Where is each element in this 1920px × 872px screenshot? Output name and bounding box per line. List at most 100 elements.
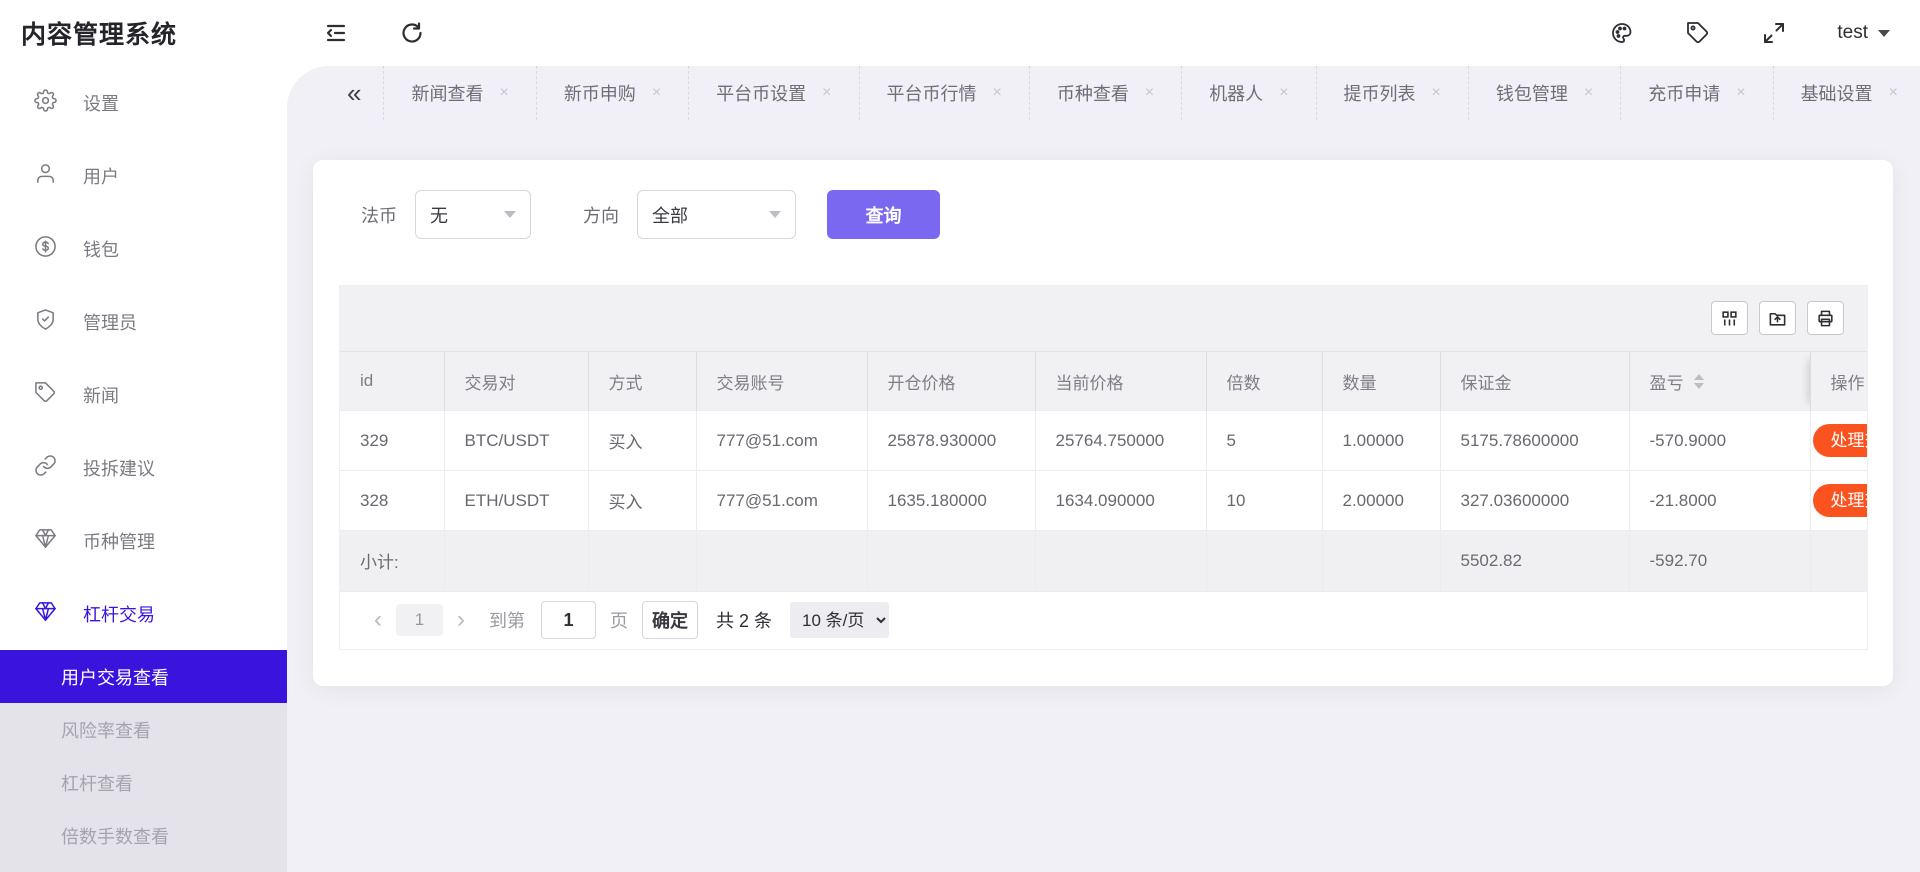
sidebar-item-suggestions[interactable]: 投拆建议: [0, 431, 287, 504]
palette-icon[interactable]: [1609, 20, 1635, 46]
user-menu[interactable]: test: [1837, 22, 1890, 44]
tab-robot[interactable]: 机器人×: [1182, 66, 1316, 120]
tab-deposit-apply[interactable]: 充币申请×: [1621, 66, 1773, 120]
cell-leverage: 10: [1206, 471, 1322, 531]
tab-wallet-manage[interactable]: 钱包管理 ×: [1469, 66, 1621, 120]
direction-select[interactable]: 全部: [637, 190, 796, 239]
print-icon[interactable]: [1807, 301, 1844, 335]
next-page-icon[interactable]: ›: [447, 606, 475, 634]
cell-open-price: 1635.180000: [867, 471, 1035, 531]
close-icon[interactable]: ×: [1279, 84, 1288, 102]
close-icon[interactable]: ×: [993, 84, 1002, 102]
tab-label: 币种查看: [1057, 80, 1129, 106]
sidebar-item-wallet[interactable]: 钱包: [0, 212, 287, 285]
tab-coin-view[interactable]: 币种查看 ×: [1030, 66, 1182, 120]
cell-current-price: 25764.750000: [1035, 411, 1206, 471]
sidebar-item-label: 币种管理: [83, 528, 155, 554]
close-icon[interactable]: ×: [1889, 84, 1898, 102]
fiat-select[interactable]: 无: [415, 190, 531, 239]
filter-row: 法币 无 方向 全部 查询: [313, 160, 1893, 239]
tab-new-coin-subscribe[interactable]: 新币申购×: [537, 66, 689, 120]
sidebar-item-users[interactable]: 用户: [0, 139, 287, 212]
submenu-item-label: 倍数手数查看: [61, 823, 169, 849]
gear-icon: [34, 89, 57, 117]
close-icon[interactable]: ×: [652, 84, 661, 102]
cell-open-price: 25878.930000: [867, 411, 1035, 471]
page-size-select[interactable]: 10 条/页: [790, 602, 889, 638]
col-header-margin: 保证金: [1440, 352, 1629, 411]
trades-table: id 交易对 方式 交易账号 开仓价格 当前价格 倍数 数量 保证金 盈亏: [339, 285, 1868, 650]
goto-label: 到第: [489, 607, 525, 633]
shield-check-icon: [34, 308, 57, 336]
sidebar-item-label: 新闻: [83, 382, 119, 408]
close-icon[interactable]: ×: [499, 84, 508, 102]
direction-select-value: 全部: [652, 202, 688, 228]
tag-icon[interactable]: [1685, 20, 1711, 46]
goto-page-input[interactable]: [541, 601, 596, 639]
submenu-item-leverage-view[interactable]: 杠杆查看: [0, 756, 287, 809]
fullscreen-icon[interactable]: [1761, 20, 1787, 46]
subtotal-pnl: -592.70: [1629, 531, 1810, 591]
caret-down-icon: [1878, 30, 1890, 37]
close-icon[interactable]: ×: [1584, 84, 1593, 102]
tab-news-view[interactable]: 新闻查看 ×: [384, 66, 536, 120]
cell-side: 买入: [588, 411, 696, 471]
sidebar-item-news[interactable]: 新闻: [0, 358, 287, 431]
submenu-item-risk-rate[interactable]: 风险率查看: [0, 703, 287, 756]
close-icon[interactable]: ×: [1432, 84, 1441, 102]
subtotal-margin: 5502.82: [1440, 531, 1629, 591]
export-icon[interactable]: [1759, 301, 1796, 335]
col-header-id: id: [340, 352, 444, 411]
menu-fold-icon[interactable]: [323, 20, 349, 46]
handle-trade-button[interactable]: 处理交易: [1813, 424, 1869, 457]
direction-label: 方向: [583, 202, 619, 228]
submenu-item-label: 杠杆查看: [61, 770, 133, 796]
tab-label: 钱包管理: [1496, 80, 1568, 106]
tabs-scroll-left-icon[interactable]: «: [325, 66, 384, 120]
username: test: [1837, 22, 1868, 44]
cell-account: 777@51.com: [696, 471, 867, 531]
chevron-down-icon: [769, 211, 781, 218]
cell-side: 买入: [588, 471, 696, 531]
close-icon[interactable]: ×: [822, 84, 831, 102]
close-icon[interactable]: ×: [1145, 84, 1154, 102]
table-row: 329 BTC/USDT 买入 777@51.com 25878.930000 …: [340, 411, 1868, 471]
tab-basic-settings[interactable]: 基础设置×: [1774, 66, 1920, 120]
subtotal-row: 小计: 5502.82 -592.70: [340, 531, 1868, 591]
cell-pnl: -570.9000: [1629, 411, 1810, 471]
tab-label: 新闻查看: [411, 80, 483, 106]
fiat-select-value: 无: [430, 202, 448, 228]
submenu-item-user-trades[interactable]: 用户交易查看: [0, 650, 287, 703]
wallet-dollar-icon: [34, 235, 57, 263]
cell-actions: 处理交易: [1810, 471, 1868, 531]
columns-icon[interactable]: [1711, 301, 1748, 335]
sidebar-item-settings[interactable]: 设置: [0, 66, 287, 139]
tab-platform-coin-settings[interactable]: 平台币设置×: [689, 66, 859, 120]
prev-page-icon[interactable]: ‹: [364, 606, 392, 634]
confirm-button[interactable]: 确定: [642, 601, 698, 639]
submenu-item-multiplier-lots[interactable]: 倍数手数查看: [0, 809, 287, 862]
sort-icon[interactable]: [1694, 374, 1704, 389]
total-count-label: 共 2 条: [716, 607, 772, 633]
table-toolbar: [340, 285, 1867, 351]
page-number-button[interactable]: 1: [396, 604, 443, 636]
sidebar-item-admin[interactable]: 管理员: [0, 285, 287, 358]
cell-margin: 327.03600000: [1440, 471, 1629, 531]
search-button[interactable]: 查询: [827, 190, 940, 239]
link-icon: [34, 454, 57, 482]
close-icon[interactable]: ×: [1736, 84, 1745, 102]
tab-platform-coin-market[interactable]: 平台币行情×: [860, 66, 1030, 120]
sidebar-item-leverage-trade[interactable]: 杠杆交易: [0, 577, 287, 650]
tab-label: 提币列表: [1344, 80, 1416, 106]
refresh-icon[interactable]: [399, 20, 425, 46]
sidebar: 设置 用户 钱包 管理员 新闻 投拆建议 币种管理 杠杆交易: [0, 66, 287, 872]
cell-leverage: 5: [1206, 411, 1322, 471]
tab-withdraw-list[interactable]: 提币列表 ×: [1317, 66, 1469, 120]
main-area: « 新闻查看 × 新币申购× 平台币设置× 平台币行情× 币种查看 × 机器人× 提…: [287, 66, 1920, 872]
handle-trade-button[interactable]: 处理交易: [1813, 484, 1869, 517]
sidebar-item-coin-manage[interactable]: 币种管理: [0, 504, 287, 577]
app-title: 内容管理系统: [0, 15, 287, 51]
chevron-down-icon: [504, 211, 516, 218]
cell-amount: 1.00000: [1322, 411, 1440, 471]
col-header-leverage: 倍数: [1206, 352, 1322, 411]
